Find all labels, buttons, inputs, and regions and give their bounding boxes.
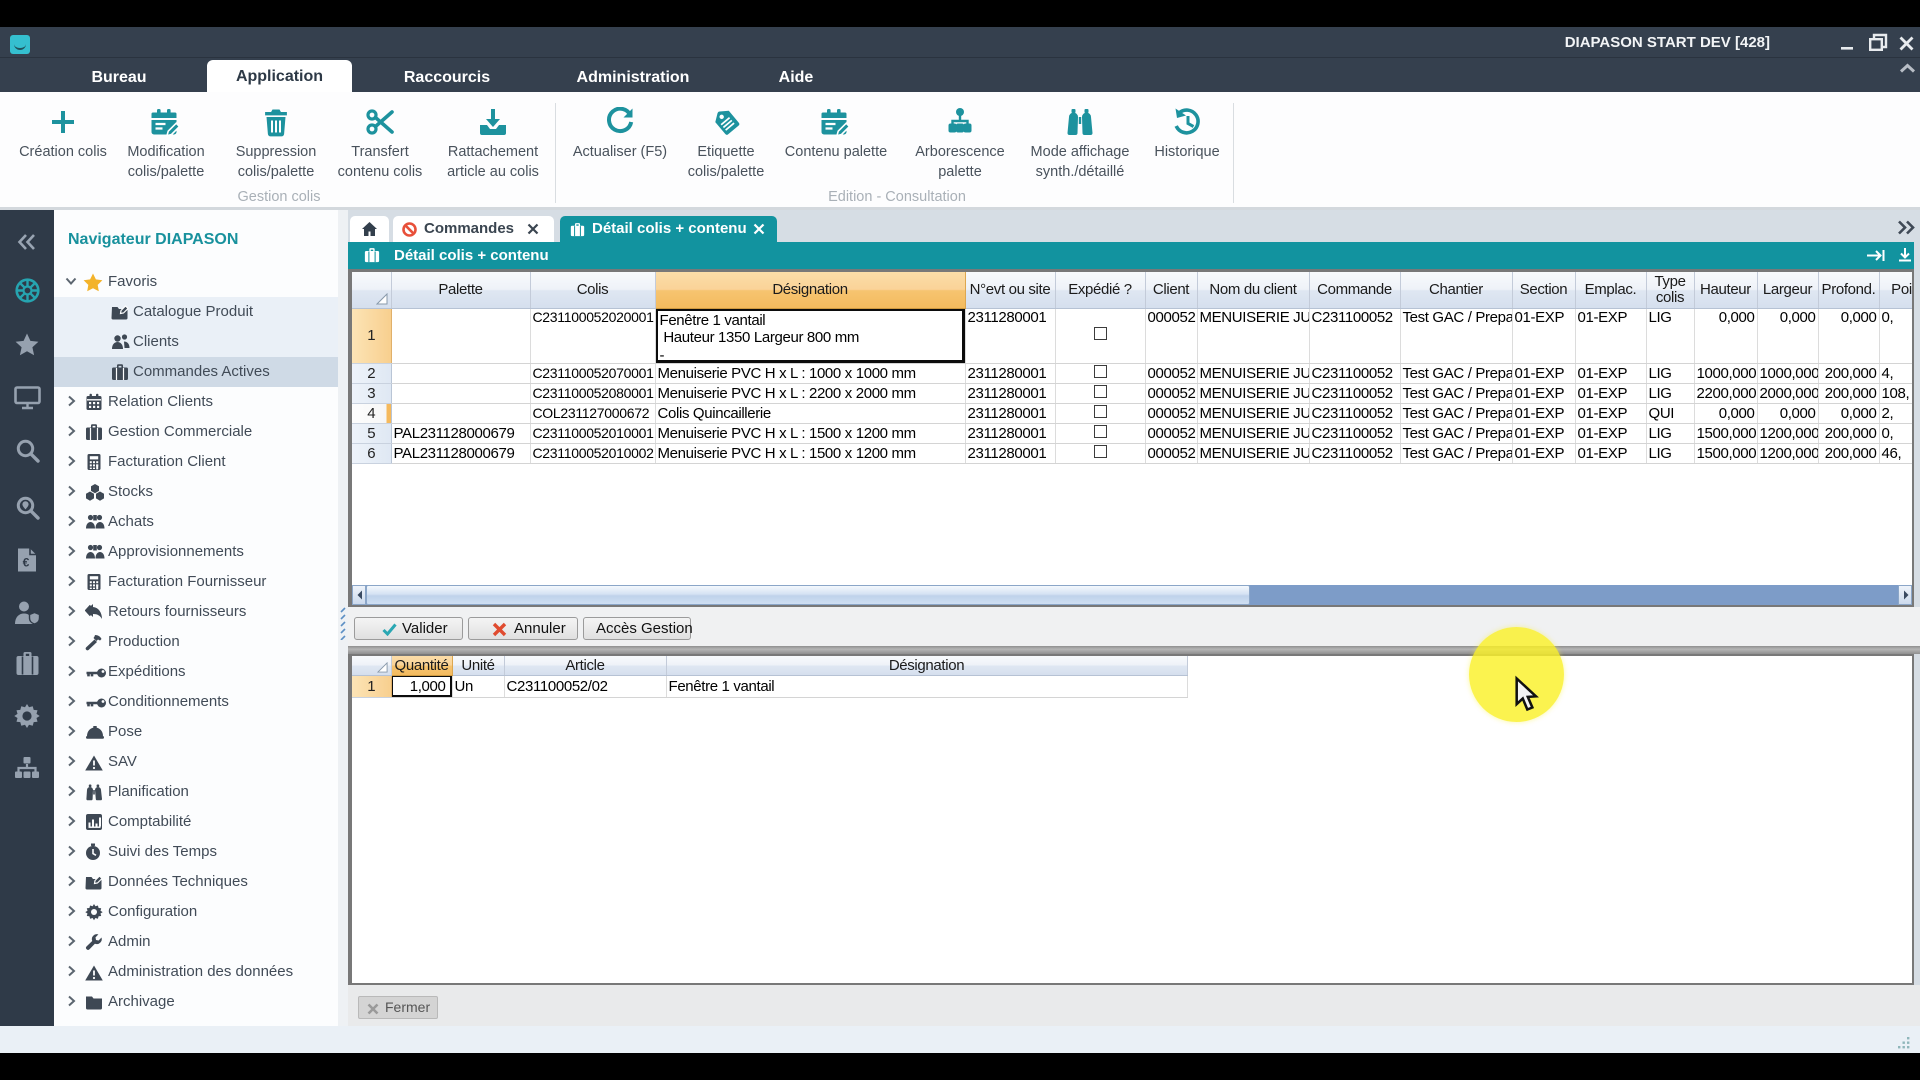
svg-text:€: €: [23, 556, 30, 570]
